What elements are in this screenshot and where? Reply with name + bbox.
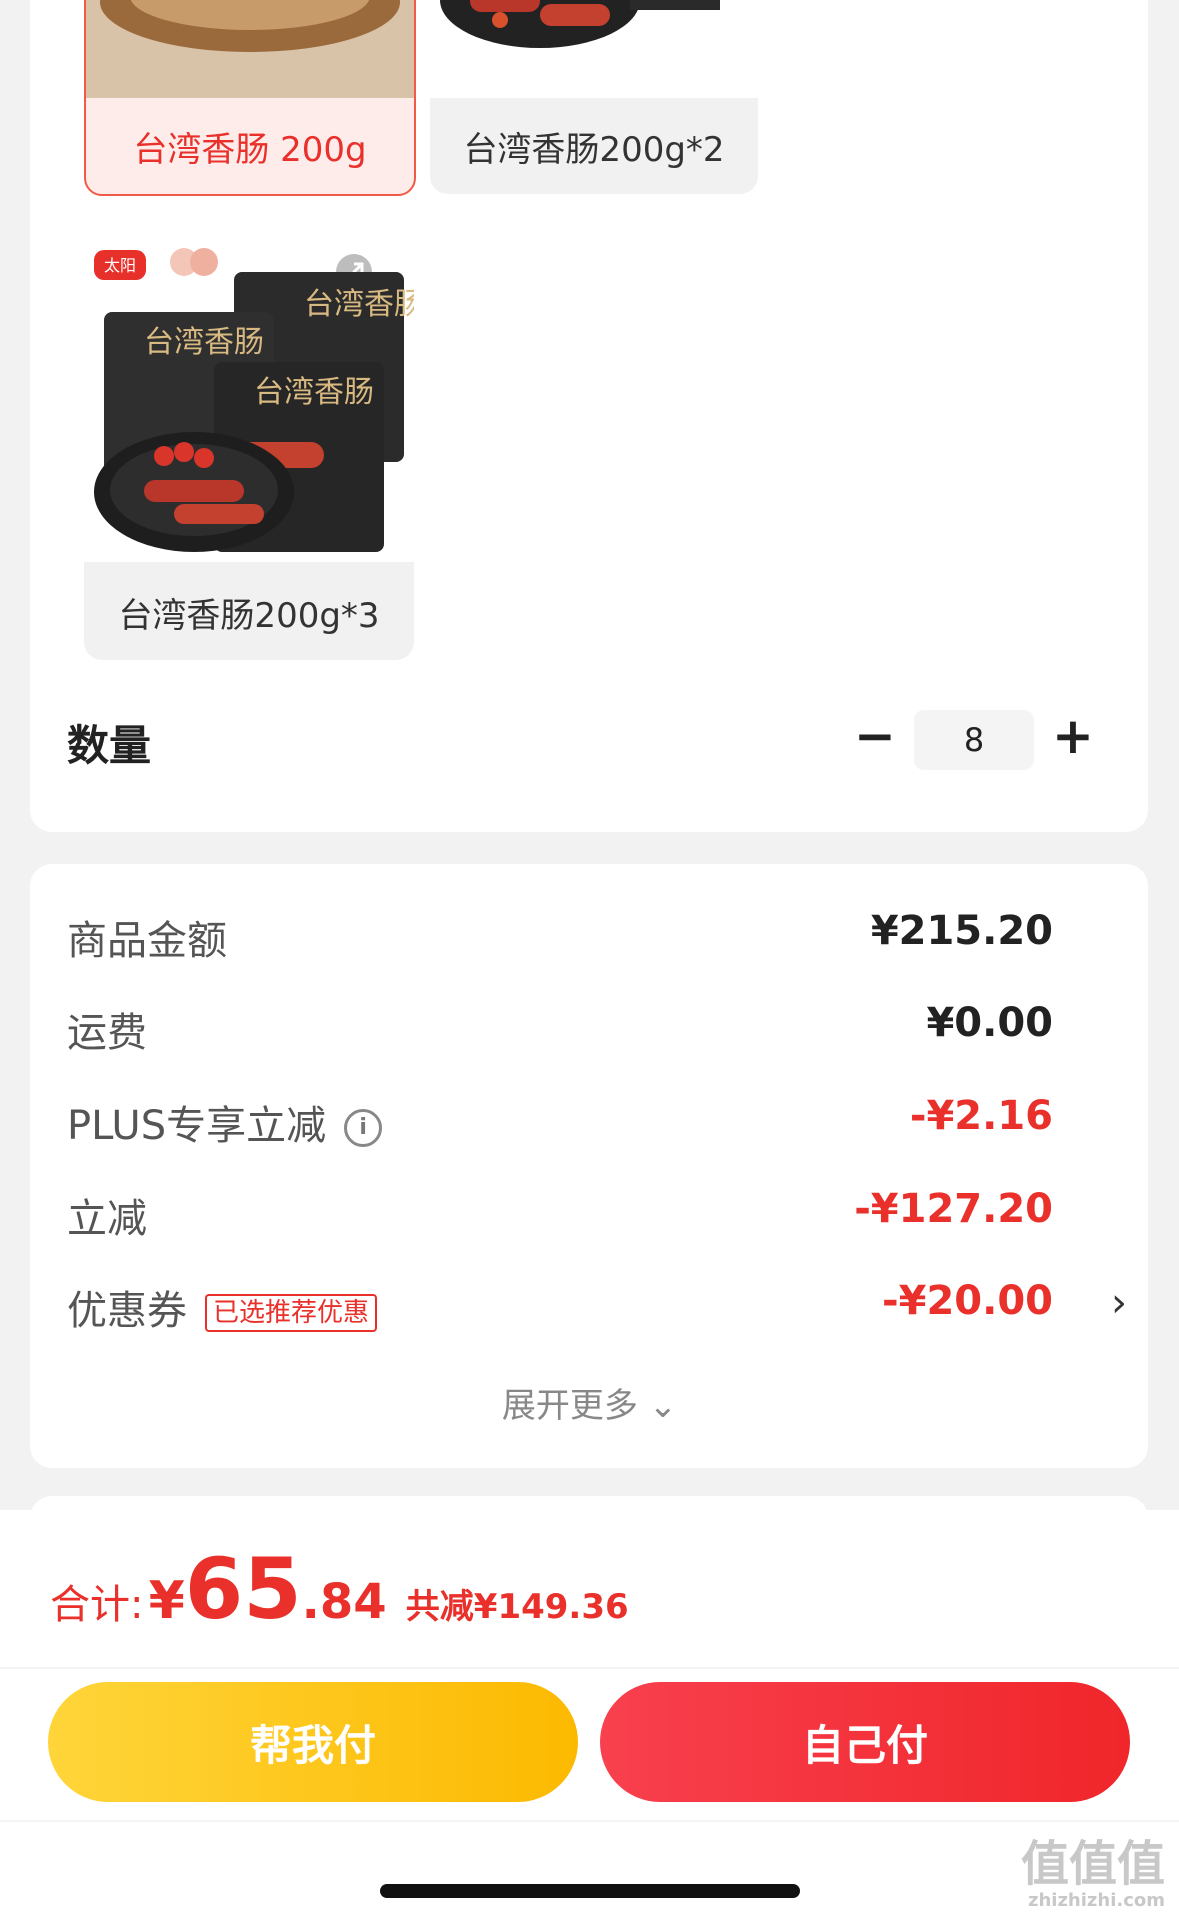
goods-amount-label: 商品金额: [67, 918, 227, 964]
plus-discount-row: PLUS专享立减 i: [67, 1093, 383, 1151]
spec-label: 台湾香肠200g*3: [118, 595, 380, 636]
decrease-button[interactable]: −: [850, 706, 900, 766]
goods-amount-value: ¥215.20: [870, 908, 1053, 954]
total-integer: 65: [184, 1540, 302, 1638]
total-currency: ¥: [148, 1571, 185, 1631]
watermark: 值值值 zhizhizhi.com: [1021, 1840, 1165, 1910]
total-decimal: .84: [301, 1574, 387, 1630]
expand-more-button[interactable]: 展开更多 ⌄: [0, 1378, 1179, 1427]
instant-discount-label: 立减: [67, 1196, 147, 1242]
instant-discount-value: -¥127.20: [854, 1186, 1053, 1232]
total-label: 合计:: [50, 1582, 144, 1628]
spec-option-200g-x3[interactable]: 太阳 台湾香肠 台湾香肠 台湾香肠 台湾香肠200g*3: [84, 232, 414, 660]
watermark-main: 值值值: [1020, 1836, 1165, 1892]
total-saved: 共减¥149.36: [405, 1587, 629, 1627]
spec-label: 台湾香肠 200g: [133, 129, 367, 170]
coupon-label: 优惠券: [67, 1288, 187, 1334]
divider: [0, 1667, 1179, 1669]
increase-button[interactable]: +: [1048, 706, 1098, 766]
svg-text:台湾香肠: 台湾香肠: [144, 325, 264, 360]
shipping-value: ¥0.00: [926, 1000, 1053, 1046]
divider: [0, 1820, 1179, 1822]
spec-option-200g[interactable]: 台湾香肠 200g: [84, 0, 416, 196]
self-pay-button[interactable]: 自己付: [600, 1682, 1130, 1802]
help-pay-button[interactable]: 帮我付: [48, 1682, 578, 1802]
plus-discount-label: PLUS专享立减: [67, 1103, 327, 1149]
spec-label: 台湾香肠200g*2: [463, 129, 725, 170]
svg-text:台湾香肠: 台湾香肠: [254, 375, 374, 410]
chevron-right-icon[interactable]: ›: [1111, 1280, 1127, 1326]
brand-logo: 太阳: [104, 256, 136, 275]
coupon-value[interactable]: -¥20.00: [882, 1278, 1053, 1324]
plus-discount-value: -¥2.16: [909, 1093, 1053, 1139]
info-icon[interactable]: i: [344, 1109, 383, 1147]
product-thumbnail: [86, 0, 414, 98]
coupon-row[interactable]: 优惠券 已选推荐优惠: [67, 1278, 378, 1336]
shipping-label: 运费: [67, 1010, 147, 1056]
svg-text:台湾香肠: 台湾香肠: [304, 287, 414, 322]
home-indicator[interactable]: [380, 1884, 800, 1898]
total-price: 合计: ¥65.84 共减¥149.36: [50, 1540, 629, 1638]
quantity-input[interactable]: 8: [914, 710, 1034, 770]
product-thumbnail: [430, 0, 758, 98]
coupon-tag: 已选推荐优惠: [205, 1294, 378, 1332]
watermark-sub: zhizhizhi.com: [1027, 1890, 1165, 1911]
quantity-title: 数量: [67, 721, 152, 770]
product-image: 太阳 台湾香肠 台湾香肠 台湾香肠: [84, 232, 414, 562]
spec-option-200g-x2[interactable]: 台湾香肠200g*2: [430, 0, 758, 194]
